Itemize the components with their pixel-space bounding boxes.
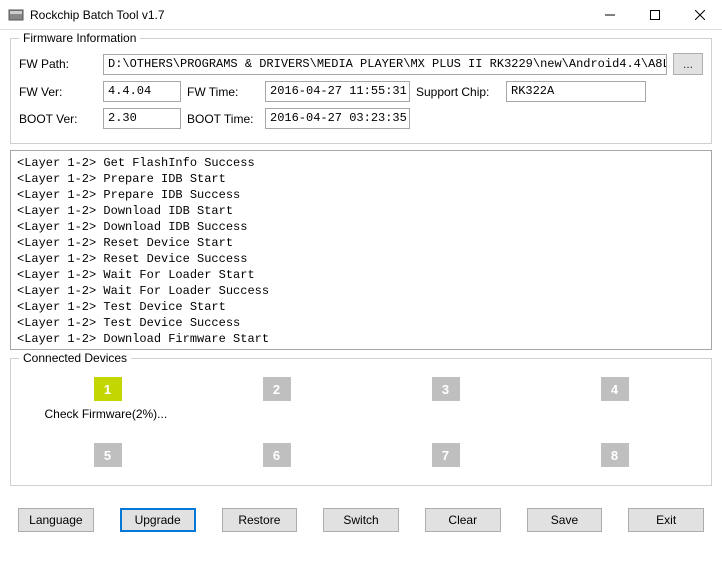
boot-time-label: BOOT Time: xyxy=(187,112,259,126)
browse-button[interactable]: ... xyxy=(673,53,703,75)
maximize-button[interactable] xyxy=(632,0,677,29)
switch-button[interactable]: Switch xyxy=(323,508,399,532)
fw-path-input[interactable]: D:\OTHERS\PROGRAMS & DRIVERS\MEDIA PLAYE… xyxy=(103,54,667,75)
devices-section-title: Connected Devices xyxy=(19,351,131,365)
boot-ver-input[interactable]: 2.30 xyxy=(103,108,181,129)
fw-path-label: FW Path: xyxy=(19,57,97,71)
app-icon xyxy=(8,7,24,23)
button-bar: Language Upgrade Restore Switch Clear Sa… xyxy=(10,504,712,536)
device-slot-4[interactable]: 4 xyxy=(601,377,629,401)
device-slot-8[interactable]: 8 xyxy=(601,443,629,467)
device-slot-7[interactable]: 7 xyxy=(432,443,460,467)
fw-ver-label: FW Ver: xyxy=(19,85,97,99)
connected-devices-group: Connected Devices 1 Check Firmware(2%)..… xyxy=(10,358,712,486)
close-button[interactable] xyxy=(677,0,722,29)
firmware-info-group: Firmware Information FW Path: D:\OTHERS\… xyxy=(10,38,712,144)
boot-ver-label: BOOT Ver: xyxy=(19,112,97,126)
device-slot-2[interactable]: 2 xyxy=(263,377,291,401)
language-button[interactable]: Language xyxy=(18,508,94,532)
minimize-button[interactable] xyxy=(587,0,632,29)
device-slot-1[interactable]: 1 xyxy=(94,377,122,401)
fw-ver-input[interactable]: 4.4.04 xyxy=(103,81,181,102)
chip-input[interactable]: RK322A xyxy=(506,81,646,102)
titlebar: Rockchip Batch Tool v1.7 xyxy=(0,0,722,30)
boot-time-input[interactable]: 2016-04-27 03:23:35 xyxy=(265,108,410,129)
save-button[interactable]: Save xyxy=(527,508,603,532)
chip-label: Support Chip: xyxy=(416,85,500,99)
clear-button[interactable]: Clear xyxy=(425,508,501,532)
firmware-section-title: Firmware Information xyxy=(19,31,140,45)
restore-button[interactable]: Restore xyxy=(222,508,298,532)
upgrade-button[interactable]: Upgrade xyxy=(120,508,196,532)
window-title: Rockchip Batch Tool v1.7 xyxy=(30,8,587,22)
device-slot-6[interactable]: 6 xyxy=(263,443,291,467)
device-slot-3[interactable]: 3 xyxy=(432,377,460,401)
exit-button[interactable]: Exit xyxy=(628,508,704,532)
window-controls xyxy=(587,0,722,29)
fw-time-label: FW Time: xyxy=(187,85,259,99)
device-slot-5[interactable]: 5 xyxy=(94,443,122,467)
log-textarea[interactable]: <Layer 1-2> Get FlashInfo Success <Layer… xyxy=(10,150,712,350)
fw-time-input[interactable]: 2016-04-27 11:55:31 xyxy=(265,81,410,102)
device-1-status: Check Firmware(2%)... xyxy=(33,407,183,421)
